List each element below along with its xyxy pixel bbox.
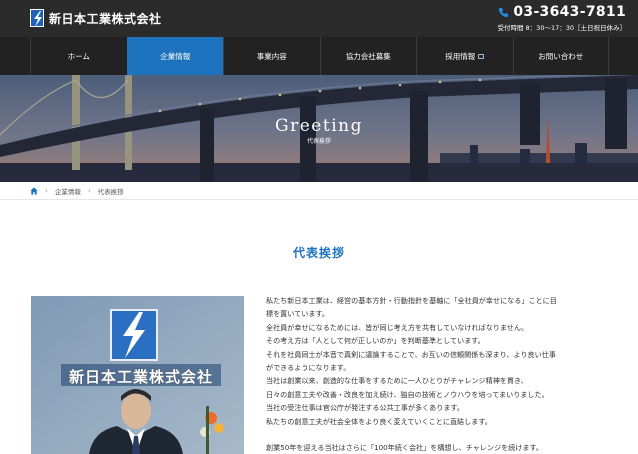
section-title: 代表挨拶 bbox=[292, 246, 345, 260]
contact-phone: 03-3643-7811 受付時間 8：30～17：30［土日祝日休み］ bbox=[497, 4, 626, 32]
logo-text: 新日本工業株式会社 bbox=[49, 11, 162, 26]
phone-number[interactable]: 03-3643-7811 bbox=[513, 4, 626, 20]
paragraph-line: 当社は創業以来、創造的な仕事をするために一人ひとりがチャレンジ精神を貫き、 bbox=[266, 376, 528, 386]
nav-item-partners[interactable]: 協力会社募集 bbox=[319, 37, 417, 75]
divider bbox=[0, 199, 638, 200]
breadcrumb: › 企業情報 › 代表挨拶 bbox=[30, 185, 124, 197]
business-hours: 受付時間 8：30～17：30［土日祝日休み］ bbox=[497, 24, 626, 32]
external-link-icon bbox=[478, 53, 485, 59]
paragraph-line: ができるようになります。 bbox=[266, 363, 351, 373]
paragraph-line: 全社員が幸せになるためには、皆が同じ考え方を共有していなければなりません。 bbox=[266, 322, 529, 332]
home-icon[interactable] bbox=[30, 187, 38, 195]
paragraph-line: 私たちの創意工夫が社会全体をより良く変えていくことに直結します。 bbox=[266, 416, 492, 426]
paragraph-line: 日々の創意工夫や改善・改良を加え続け、独自の技術とノウハウを培ってまいりました。 bbox=[266, 389, 549, 399]
nav-item-home[interactable]: ホーム bbox=[30, 37, 127, 75]
site-logo[interactable]: 新日本工業株式会社 bbox=[30, 8, 162, 28]
paragraph-line: 標を置いています。 bbox=[266, 309, 329, 319]
site-header: 新日本工業株式会社 03-3643-7811 受付時間 8：30～17：30［土… bbox=[0, 0, 638, 37]
hero-banner: Greeting 代表挨拶 bbox=[0, 75, 638, 182]
paragraph-line: それを社員同士が本音で真剣に議論することで、お互いの信頼関係も深まり、より良い仕… bbox=[266, 349, 556, 359]
chevron-right-icon: › bbox=[87, 187, 91, 195]
global-nav: ホーム 企業情報 事業内容 協力会社募集 採用情報 お問い合わせ bbox=[0, 37, 638, 75]
hero-title: Greeting bbox=[275, 116, 363, 136]
chevron-right-icon: › bbox=[45, 187, 48, 195]
paragraph-line: 当社の受注仕事は官公庁が発注する公共工事が多くあります。 bbox=[266, 403, 464, 413]
breadcrumb-item-company[interactable]: 企業情報 bbox=[55, 186, 81, 196]
president-photo: 新日本工業株式会社 bbox=[31, 296, 244, 454]
nav-item-company[interactable]: 企業情報 bbox=[126, 37, 223, 75]
paragraph-line: 私たち新日本工業は、経営の基本方針・行動指針を基軸に「全社員が幸せになる」ことに… bbox=[266, 296, 557, 305]
hero-subtitle: 代表挨拶 bbox=[306, 138, 331, 145]
photo-brand-text: 新日本工業株式会社 bbox=[69, 368, 214, 386]
paragraph-line: 創業50年を迎える当社はさらに「100年続く会社」を構想し、チャレンジを続けます… bbox=[266, 443, 543, 453]
greeting-text: 私たち新日本工業は、経営の基本方針・行動指針を基軸に「全社員が幸せになる」ことに… bbox=[266, 294, 621, 454]
nav-item-contact[interactable]: お問い合わせ bbox=[512, 37, 609, 75]
breadcrumb-item-current: 代表挨拶 bbox=[97, 188, 124, 196]
phone-icon bbox=[499, 7, 509, 17]
nav-item-business[interactable]: 事業内容 bbox=[223, 37, 320, 75]
paragraph-line: その考え方は「人として何が正しいのか」を判断基準としています。 bbox=[266, 336, 485, 346]
nav-item-recruit[interactable]: 採用情報 bbox=[416, 37, 513, 75]
logo-mark-icon bbox=[30, 9, 44, 27]
